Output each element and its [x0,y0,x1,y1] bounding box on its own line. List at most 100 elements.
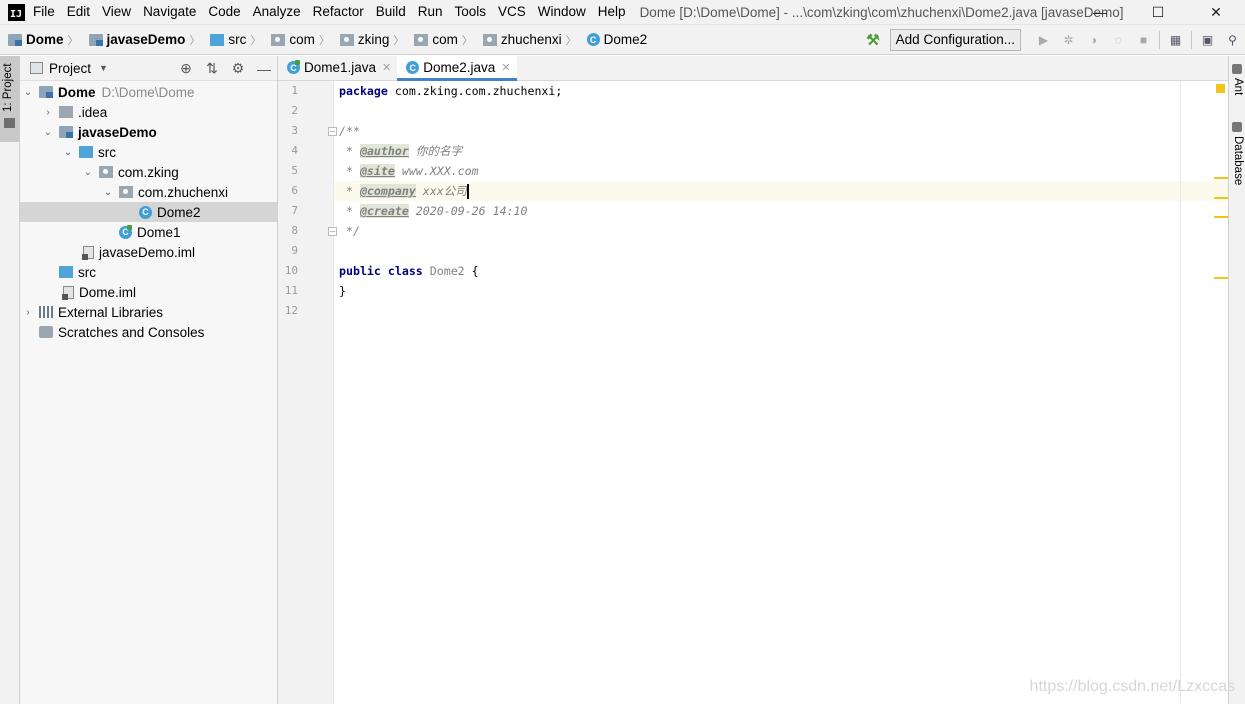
project-panel-header: Project ▼ ⊕ ⇅ ⚙ — [20,56,277,81]
tree-item-label: javaseDemo [78,124,157,140]
hide-icon[interactable]: — [251,56,277,81]
maximize-button[interactable]: ☐ [1129,0,1187,24]
tree-item-scratches[interactable]: › Scratches and Consoles [20,322,277,342]
tree-item-idea[interactable]: › .idea [20,102,277,122]
menu-vcs[interactable]: VCS [492,0,532,24]
tree-item-label: External Libraries [58,304,164,320]
run-icon[interactable]: ▶ [1031,28,1056,52]
menu-help[interactable]: Help [592,0,632,24]
code-comment: * [339,144,360,158]
build-hammer-icon[interactable]: ⚒ [866,31,879,49]
menu-view[interactable]: View [96,0,137,24]
breadcrumb-src[interactable]: src 〉 [202,25,263,55]
chevron-down-icon[interactable]: ⌄ [102,187,114,198]
chevron-right-icon: 〉 [565,34,577,47]
collapse-all-icon[interactable]: ⇅ [199,56,225,81]
breadcrumb-label: com [432,32,458,47]
coverage-icon[interactable]: ◑ [1081,28,1106,52]
editor: C Dome1.java ✕ C Dome2.java ✕ 1 2 3 4 5 … [278,55,1228,704]
editor-tabs: C Dome1.java ✕ C Dome2.java ✕ [278,55,1228,81]
chevron-down-icon[interactable]: ⌄ [82,167,94,178]
tree-item-external-libraries[interactable]: › External Libraries [20,302,277,322]
code-line-1: package com.zking.com.zhuchenxi; [339,81,562,101]
error-stripe-marker[interactable] [1214,216,1228,218]
minimize-button[interactable]: — [1071,0,1129,24]
tree-item-javasedemo[interactable]: ⌄ javaseDemo [20,122,277,142]
database-tool-tab[interactable]: Database [1232,136,1244,185]
inspection-status-icon[interactable] [1216,84,1225,93]
search-icon[interactable]: ⚲ [1220,28,1245,52]
run-anything-icon[interactable]: ▣ [1195,28,1220,52]
tree-item-javasedemo-iml[interactable]: › javaseDemo.iml [20,242,277,262]
project-tool-tab[interactable]: 1: Project [0,56,20,142]
breadcrumb-dome[interactable]: Dome 〉 [0,25,81,55]
breadcrumb-zhuchenxi[interactable]: zhuchenxi 〉 [475,25,579,55]
tree-item-com-zhuchenxi[interactable]: ⌄ com.zhuchenxi [20,182,277,202]
stop-icon[interactable]: ■ [1131,28,1156,52]
chevron-right-icon: 〉 [67,34,79,47]
menu-refactor[interactable]: Refactor [307,0,370,24]
profile-icon[interactable]: ◌ [1106,28,1131,52]
error-stripe-marker[interactable] [1214,177,1228,179]
ant-icon [1232,64,1242,74]
menu-file[interactable]: File [33,0,61,24]
tree-item-dome-iml[interactable]: › Dome.iml [20,282,277,302]
chevron-right-icon: 〉 [461,34,473,47]
chevron-down-icon[interactable]: ⌄ [62,147,74,158]
tree-item-com-zking[interactable]: ⌄ com.zking [20,162,277,182]
error-stripe-marker[interactable] [1214,197,1228,199]
tree-item-dome1[interactable]: › C Dome1 [20,222,277,242]
breadcrumb-com-2[interactable]: com 〉 [406,25,475,55]
breadcrumb-javasedemo[interactable]: javaseDemo 〉 [81,25,203,55]
menu-analyze[interactable]: Analyze [247,0,307,24]
chevron-right-icon[interactable]: › [42,107,54,118]
add-configuration-button[interactable]: Add Configuration... [889,29,1021,51]
menu-run[interactable]: Run [412,0,449,24]
tab-dome2-java[interactable]: C Dome2.java ✕ [397,55,517,81]
close-button[interactable]: ✕ [1187,0,1245,24]
chevron-down-icon[interactable]: ▼ [99,63,108,73]
javadoc-tag: @company [359,184,416,198]
breadcrumb-zking[interactable]: zking 〉 [332,25,407,55]
tree-item-dome2[interactable]: › C Dome2 [20,202,277,222]
tree-item-label: Scratches and Consoles [58,324,205,340]
menu-navigate[interactable]: Navigate [137,0,202,24]
breadcrumb-dome2[interactable]: C Dome2 [579,25,650,55]
gear-icon[interactable]: ⚙ [225,56,251,81]
chevron-down-icon[interactable]: ⌄ [22,87,34,98]
chevron-right-icon: 〉 [393,34,405,47]
code-area[interactable]: package com.zking.com.zhuchenxi; /** * @… [334,81,1228,704]
project-structure-icon[interactable]: ▦ [1163,28,1188,52]
menu-window[interactable]: Window [532,0,592,24]
ant-tool-tab[interactable]: Ant [1232,78,1244,95]
close-icon[interactable]: ✕ [501,61,510,74]
tree-item-dome[interactable]: ⌄ Dome D:\Dome\Dome [20,82,277,102]
module-icon [88,33,103,46]
window-controls: — ☐ ✕ [1071,0,1245,24]
menu-code[interactable]: Code [202,0,246,24]
project-view-selector[interactable]: Project [49,61,91,76]
menu-tools[interactable]: Tools [449,0,493,24]
tree-item-label: Dome2 [157,204,201,220]
chevron-right-icon[interactable]: › [22,307,34,318]
tab-dome1-java[interactable]: C Dome1.java ✕ [278,55,397,80]
locate-icon[interactable]: ⊕ [173,56,199,81]
menu-build[interactable]: Build [370,0,412,24]
error-stripe-marker[interactable] [1214,277,1228,279]
project-panel-tools: ⊕ ⇅ ⚙ — [173,56,277,81]
menu-edit[interactable]: Edit [61,0,96,24]
code-keyword: class [387,264,423,278]
debug-icon[interactable]: ✲ [1056,28,1081,52]
chevron-down-icon[interactable]: ⌄ [42,127,54,138]
tree-item-src-root[interactable]: › src [20,262,277,282]
navigation-bar: Dome 〉 javaseDemo 〉 src 〉 com 〉 zking 〉 … [0,24,1245,55]
breadcrumb-com[interactable]: com 〉 [263,25,332,55]
breadcrumb-label: com [289,32,315,47]
run-toolbar: ⚒ Add Configuration... ▶ ✲ ◑ ◌ ■ ▦ ▣ ⚲ [866,25,1245,55]
close-icon[interactable]: ✕ [382,61,391,74]
tree-item-src[interactable]: ⌄ src [20,142,277,162]
code-comment: /** [339,124,360,138]
code-text: { [464,264,479,278]
right-margin-guide [1180,81,1181,704]
database-icon [1232,122,1242,132]
